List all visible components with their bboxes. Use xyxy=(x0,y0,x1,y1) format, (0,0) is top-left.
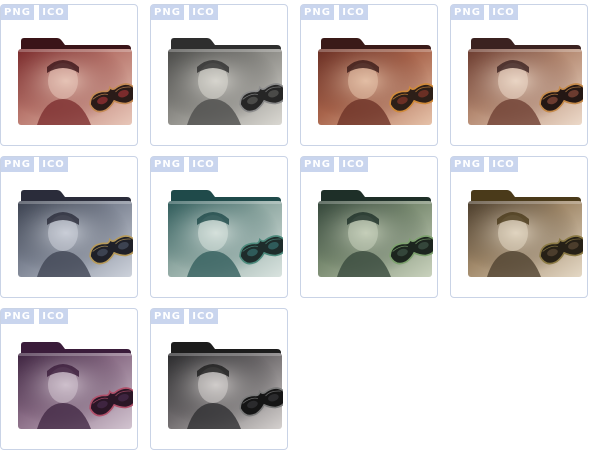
png-download-button[interactable]: PNG xyxy=(151,5,184,20)
png-download-button[interactable]: PNG xyxy=(451,157,484,172)
icon-card: PNG ICO xyxy=(0,308,138,450)
png-download-button[interactable]: PNG xyxy=(1,5,34,20)
folder-icon-9[interactable] xyxy=(17,341,133,433)
folder-icon-7[interactable] xyxy=(317,189,433,281)
folder-icon-5[interactable] xyxy=(17,189,133,281)
icon-card: PNG ICO xyxy=(450,4,588,146)
folder-icon-3[interactable] xyxy=(317,37,433,129)
ico-download-button[interactable]: ICO xyxy=(339,5,368,20)
png-download-button[interactable]: PNG xyxy=(151,157,184,172)
icon-card: PNG ICO xyxy=(150,308,288,450)
ico-download-button[interactable]: ICO xyxy=(39,309,68,324)
folder-icon-2[interactable] xyxy=(167,37,283,129)
folder-icon-6[interactable] xyxy=(167,189,283,281)
folder-icon-1[interactable] xyxy=(17,37,133,129)
ico-download-button[interactable]: ICO xyxy=(189,5,218,20)
ico-download-button[interactable]: ICO xyxy=(39,157,68,172)
icon-card: PNG ICO xyxy=(450,156,588,298)
icon-card: PNG ICO xyxy=(0,156,138,298)
folder-icon-8[interactable] xyxy=(467,189,583,281)
icon-grid: PNG ICO PNG ICO PNG ICO PNG ICO PNG ICO … xyxy=(0,0,600,450)
ico-download-button[interactable]: ICO xyxy=(339,157,368,172)
ico-download-button[interactable]: ICO xyxy=(189,309,218,324)
folder-icon-4[interactable] xyxy=(467,37,583,129)
icon-card: PNG ICO xyxy=(300,156,438,298)
icon-card: PNG ICO xyxy=(0,4,138,146)
png-download-button[interactable]: PNG xyxy=(1,309,34,324)
icon-card: PNG ICO xyxy=(150,4,288,146)
ico-download-button[interactable]: ICO xyxy=(489,5,518,20)
ico-download-button[interactable]: ICO xyxy=(189,157,218,172)
ico-download-button[interactable]: ICO xyxy=(489,157,518,172)
png-download-button[interactable]: PNG xyxy=(301,5,334,20)
png-download-button[interactable]: PNG xyxy=(151,309,184,324)
folder-icon-10[interactable] xyxy=(167,341,283,433)
png-download-button[interactable]: PNG xyxy=(301,157,334,172)
icon-card: PNG ICO xyxy=(150,156,288,298)
ico-download-button[interactable]: ICO xyxy=(39,5,68,20)
png-download-button[interactable]: PNG xyxy=(451,5,484,20)
icon-card: PNG ICO xyxy=(300,4,438,146)
png-download-button[interactable]: PNG xyxy=(1,157,34,172)
